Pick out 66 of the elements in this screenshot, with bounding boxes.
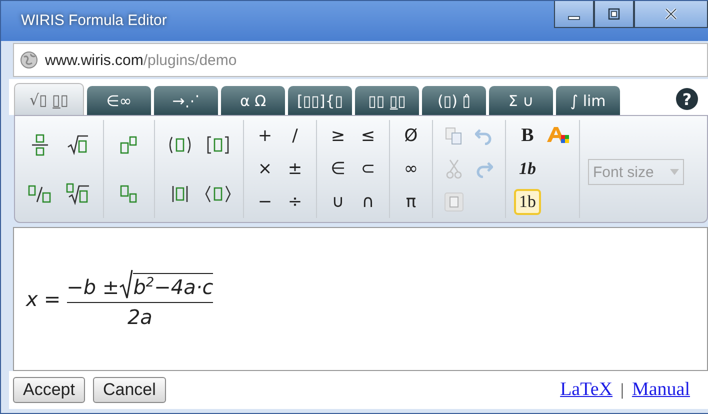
symbol-button[interactable]: ∪ [325,188,351,215]
brackets-icon [205,134,231,154]
symbol-button[interactable]: π [398,188,424,215]
toolbar-tab[interactable]: ▯▯ ▯̲▯ [355,86,419,115]
toolbar-tab[interactable]: ∫ lim [556,86,620,115]
formula-equals: = [44,287,61,311]
subscript-icon [120,184,138,204]
formula-variable: x [26,287,38,311]
formula-denominator: 2a [127,305,152,330]
style-button[interactable]: 1b [514,156,540,182]
minimize-button[interactable] [554,1,594,28]
superscript-icon [120,134,138,154]
formula-numerator: −b ± [66,274,120,299]
symbol-button[interactable]: ∞ [398,156,424,182]
undo-icon [475,127,493,146]
nth-root-icon [66,182,90,204]
toolbar-tab[interactable]: ∈∞ [87,86,151,115]
address-path: /plugins/demo [143,52,237,68]
symbol-button[interactable]: ÷ [282,188,308,215]
toolbar-tab[interactable]: √▯ ▯̲▯ [14,83,84,115]
formula-editor-area[interactable]: x = −b ± b$^{2}$−4a·c 2a [13,227,708,371]
minimize-icon [568,16,580,20]
maximize-icon [608,8,620,20]
slash-fraction-icon [28,184,52,204]
symbol-button[interactable]: ≥ [325,123,351,150]
symbol-button[interactable]: ± [282,156,308,182]
symbol-button[interactable]: ∈ [325,156,351,182]
maximize-button[interactable] [594,1,634,28]
dialog-button[interactable]: Cancel [92,377,166,403]
toolbar-tab[interactable]: Σ ∪ [489,86,553,115]
toolbar-tab[interactable]: [▯▯]{▯ [288,86,352,115]
help-link[interactable]: LaTeX [560,379,613,401]
paste-icon [444,192,464,212]
square-root-icon [67,134,89,154]
symbol-button[interactable]: Ø [398,123,424,150]
toolbar-tab[interactable]: (▯) ▯̂ [422,86,486,115]
copy-icon [445,127,463,146]
scissors-icon [446,158,462,179]
bold-button[interactable]: B [514,123,540,150]
symbol-button[interactable]: + [252,123,278,150]
style-button[interactable]: 1b [514,188,541,215]
radical-sign-icon [119,268,134,299]
dropdown-caret-icon [670,169,679,175]
symbol-button[interactable]: × [252,156,278,182]
symbol-button[interactable]: ≤ [355,123,381,150]
parentheses-icon [167,134,193,154]
toolbar-tab[interactable]: α Ω [221,86,285,115]
close-icon [665,8,677,20]
fraction-icon [30,134,50,156]
window-title: WIRIS Formula Editor [20,12,167,28]
close-button[interactable] [634,1,708,28]
symbol-button[interactable]: ∩ [355,188,381,215]
formula-radicand: b$^{2}$−4a·c [133,272,214,299]
absolute-value-icon [170,184,190,204]
redo-icon [475,160,493,178]
help-button[interactable]: ? [676,88,698,110]
globe-icon [20,51,38,69]
dialog-button[interactable]: Accept [13,377,85,403]
symbol-button[interactable]: / [282,123,308,150]
toolbar-tab[interactable]: →⋰ [154,86,218,115]
address-host: www.wiris.com [45,52,144,68]
help-link[interactable]: Manual [632,379,690,401]
link-separator: | [620,380,624,400]
symbol-button[interactable]: ⊂ [355,156,381,182]
angle-brackets-icon [204,184,232,204]
symbol-button[interactable]: − [252,188,278,215]
